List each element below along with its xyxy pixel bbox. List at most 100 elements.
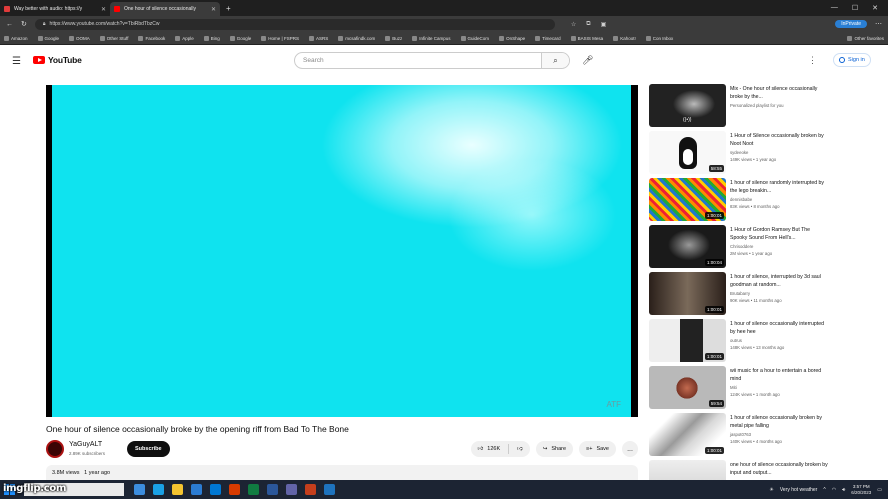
- recommendation-item[interactable]: 1:00:01 1 hour of silence occasionally i…: [648, 318, 828, 365]
- video-thumbnail[interactable]: 58:55: [649, 131, 726, 174]
- bookmark-item[interactable]: GuideCom: [460, 35, 489, 41]
- collections-icon[interactable]: ▣: [601, 21, 607, 28]
- recommendation-title[interactable]: 1 hour of silence randomly interrupted b…: [730, 179, 828, 195]
- edge-icon[interactable]: [153, 484, 164, 495]
- recommendation-title[interactable]: one hour of silence occasionally broken …: [730, 461, 828, 477]
- recommendation-item[interactable]: 1:00:01 1 hour of silence, interrupted b…: [648, 271, 828, 318]
- tab-youtube[interactable]: One hour of silence occasionally ✕: [110, 2, 220, 16]
- maximize-icon[interactable]: ☐: [852, 4, 858, 12]
- tab-audio[interactable]: Way better with audio: https://y ✕: [0, 2, 110, 16]
- browser-tabstrip: Way better with audio: https://y ✕ One h…: [0, 0, 888, 16]
- save-button[interactable]: ≡+ Save: [579, 441, 616, 457]
- window-close-icon[interactable]: ✕: [872, 4, 878, 12]
- extension-icon[interactable]: ⧉: [586, 21, 590, 28]
- browser-menu-icon[interactable]: ⋯: [875, 20, 882, 28]
- recommendation-item[interactable]: 1:00:01 1 hour of silence randomly inter…: [648, 177, 828, 224]
- recommendation-meta: 83K views • 8 months ago: [730, 204, 780, 209]
- youtube-logo[interactable]: YouTube: [33, 55, 82, 65]
- bookmark-item[interactable]: Apple: [175, 35, 194, 41]
- volume-icon[interactable]: 🔊︎: [842, 487, 845, 493]
- bookmark-item[interactable]: Buzz: [385, 35, 402, 41]
- bookmark-item[interactable]: OOMA: [69, 35, 90, 41]
- bookmark-item[interactable]: Home | FSPRS: [261, 35, 299, 41]
- video-thumbnail[interactable]: 59:54: [649, 366, 726, 409]
- video-thumbnail[interactable]: 1:00:01: [649, 413, 726, 456]
- recommendation-item[interactable]: 59:54 wii music for a hour to entertain …: [648, 365, 828, 412]
- video-thumbnail[interactable]: 1:00:01: [649, 319, 726, 362]
- recommendation-item[interactable]: 58:55 1 Hour of Silence occasionally bro…: [648, 130, 828, 177]
- recommendation-title[interactable]: 1 Hour of Gordon Ramsey But The Spooky S…: [730, 226, 828, 242]
- video-thumbnail[interactable]: 1:00:01: [649, 178, 726, 221]
- bookmark-item[interactable]: Kahoot!: [613, 35, 636, 41]
- bookmark-item[interactable]: Con Inbox: [645, 35, 673, 41]
- bookmark-item[interactable]: Timecard: [535, 35, 561, 41]
- microphone-icon[interactable]: 🎤︎: [582, 55, 593, 66]
- subscribe-button[interactable]: Subscribe: [127, 441, 170, 457]
- clock[interactable]: 3:57 PM 6/20/2023: [851, 484, 871, 496]
- address-bar-row: ← ↻ 🔒︎ https://www.youtube.com/watch?v=T…: [0, 16, 888, 32]
- duration-badge: 1:00:01: [704, 353, 724, 360]
- like-icon[interactable]: 👍︎: [478, 446, 484, 452]
- mail-icon[interactable]: [210, 484, 221, 495]
- bookmark-item[interactable]: Facebook: [138, 35, 165, 41]
- excel-icon[interactable]: [248, 484, 259, 495]
- refresh-icon[interactable]: ↻: [21, 20, 27, 28]
- video-thumbnail[interactable]: ((•)): [649, 84, 726, 127]
- url-field[interactable]: 🔒︎ https://www.youtube.com/watch?v=TbiRb…: [34, 18, 555, 30]
- bookmark-item[interactable]: Amazon: [4, 35, 28, 41]
- recommendation-title[interactable]: wii music for a hour to entertain a bore…: [730, 367, 828, 383]
- recommendation-item[interactable]: 1:00:04 1 Hour of Gordon Ramsey But The …: [648, 224, 828, 271]
- other-favorites[interactable]: Other favorites: [847, 35, 884, 41]
- file-explorer-icon[interactable]: [172, 484, 183, 495]
- search-input[interactable]: [303, 57, 541, 64]
- minimize-icon[interactable]: —: [831, 4, 838, 12]
- wifi-icon[interactable]: ◠: [832, 487, 836, 493]
- teams-icon[interactable]: [286, 484, 297, 495]
- bookmark-item[interactable]: Google: [37, 35, 59, 41]
- more-actions-button[interactable]: ...: [622, 441, 638, 457]
- bookmark-item[interactable]: Other Stuff: [99, 35, 128, 41]
- bookmark-item[interactable]: mcsafindk.com: [338, 35, 375, 41]
- star-icon[interactable]: ☆: [571, 21, 576, 28]
- recommendation-title[interactable]: 1 hour of silence occasionally interrupt…: [730, 320, 828, 336]
- new-tab-button[interactable]: +: [226, 4, 231, 13]
- channel-avatar[interactable]: [46, 440, 64, 458]
- notification-icon[interactable]: ▭: [877, 487, 882, 493]
- recommendation-title[interactable]: Mix - One hour of silence occasionally b…: [730, 85, 828, 101]
- back-icon[interactable]: ←: [6, 21, 13, 28]
- bookmark-item[interactable]: Infinite Campus: [412, 35, 451, 41]
- video-thumbnail[interactable]: 1:00:01: [649, 272, 726, 315]
- bookmark-item[interactable]: Bing: [203, 35, 220, 41]
- dislike-icon[interactable]: 👎︎: [517, 446, 523, 452]
- channel-name[interactable]: YaGuyALT: [69, 441, 102, 448]
- video-frame[interactable]: ATF: [52, 85, 631, 417]
- bookmark-item[interactable]: BASIS Mesa: [570, 35, 603, 41]
- office-icon[interactable]: [305, 484, 316, 495]
- recommendation-title[interactable]: 1 hour of silence occasionally broken by…: [730, 414, 828, 430]
- tray-chevron-icon[interactable]: ^: [823, 487, 825, 493]
- powerpoint-icon[interactable]: [229, 484, 240, 495]
- bookmark-item[interactable]: Google: [229, 35, 251, 41]
- video-thumbnail[interactable]: 1:00:04: [649, 225, 726, 268]
- like-count[interactable]: 126K: [487, 446, 500, 452]
- recommendation-title[interactable]: 1 hour of silence, interrupted by 3d sau…: [730, 273, 828, 289]
- weather-text[interactable]: Very hot weather: [780, 487, 818, 493]
- profile-button[interactable]: InPrivate: [835, 20, 867, 28]
- store-icon[interactable]: [191, 484, 202, 495]
- video-player[interactable]: ATF: [46, 85, 638, 417]
- word-icon[interactable]: [267, 484, 278, 495]
- app-icon[interactable]: [324, 484, 335, 495]
- close-icon[interactable]: ✕: [101, 6, 106, 13]
- sign-in-button[interactable]: Sign in: [833, 53, 871, 67]
- bookmark-item[interactable]: ASRS: [308, 35, 328, 41]
- share-button[interactable]: ↪ Share: [535, 441, 574, 457]
- menu-icon[interactable]: ☰: [12, 56, 21, 67]
- close-icon[interactable]: ✕: [211, 6, 216, 13]
- bookmark-item[interactable]: OnShape: [499, 35, 525, 41]
- more-options-icon[interactable]: ⋮: [808, 55, 817, 66]
- recommendation-item[interactable]: ((•)) Mix - One hour of silence occasion…: [648, 83, 828, 130]
- search-button[interactable]: ⌕: [541, 53, 569, 68]
- task-view-icon[interactable]: [134, 484, 145, 495]
- recommendation-title[interactable]: 1 Hour of Silence occasionally broken by…: [730, 132, 828, 148]
- recommendation-item[interactable]: 1:00:01 1 hour of silence occasionally b…: [648, 412, 828, 459]
